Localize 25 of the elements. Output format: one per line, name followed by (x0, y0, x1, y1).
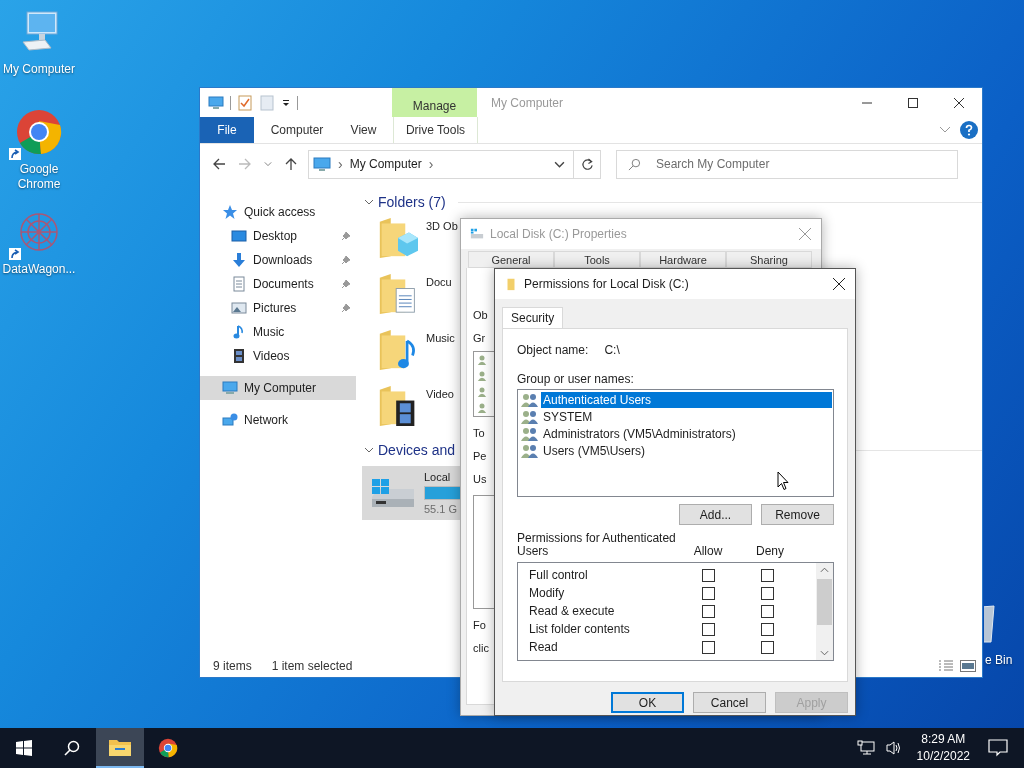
label-text: Pe (473, 449, 487, 463)
field-label: Group or user names: (517, 372, 635, 386)
label-text: clic (473, 641, 489, 655)
label-text: Us (473, 472, 487, 486)
permissions-label: Permissions for Authenticated Users (517, 532, 677, 558)
permission-name: Full control (529, 568, 589, 582)
free-space-text: 55.1 G (424, 503, 459, 515)
object-name-value: C:\ (604, 343, 620, 357)
column-header: Allow (692, 544, 724, 558)
window-title: My Computer (491, 95, 564, 110)
label-text: To (473, 426, 485, 440)
permission-name: List folder contents (529, 622, 631, 636)
field-label: Object name: (517, 343, 589, 357)
contextual-tab-group: Manage (392, 88, 477, 117)
dialog-title: Local Disk (C:) Properties (490, 227, 627, 241)
label-text: Ob (473, 308, 488, 322)
label-text: Fo (473, 618, 486, 632)
column-header: Deny (755, 544, 785, 558)
permission-name: Read (529, 640, 559, 654)
dialog-title: Permissions for Local Disk (C:) (524, 277, 689, 291)
label-text: Gr (473, 331, 486, 345)
item-count: 9 items (213, 659, 252, 673)
selection-count: 1 item selected (271, 659, 353, 673)
permission-name: Modify (529, 586, 566, 600)
permission-name: Read & execute (529, 604, 616, 618)
